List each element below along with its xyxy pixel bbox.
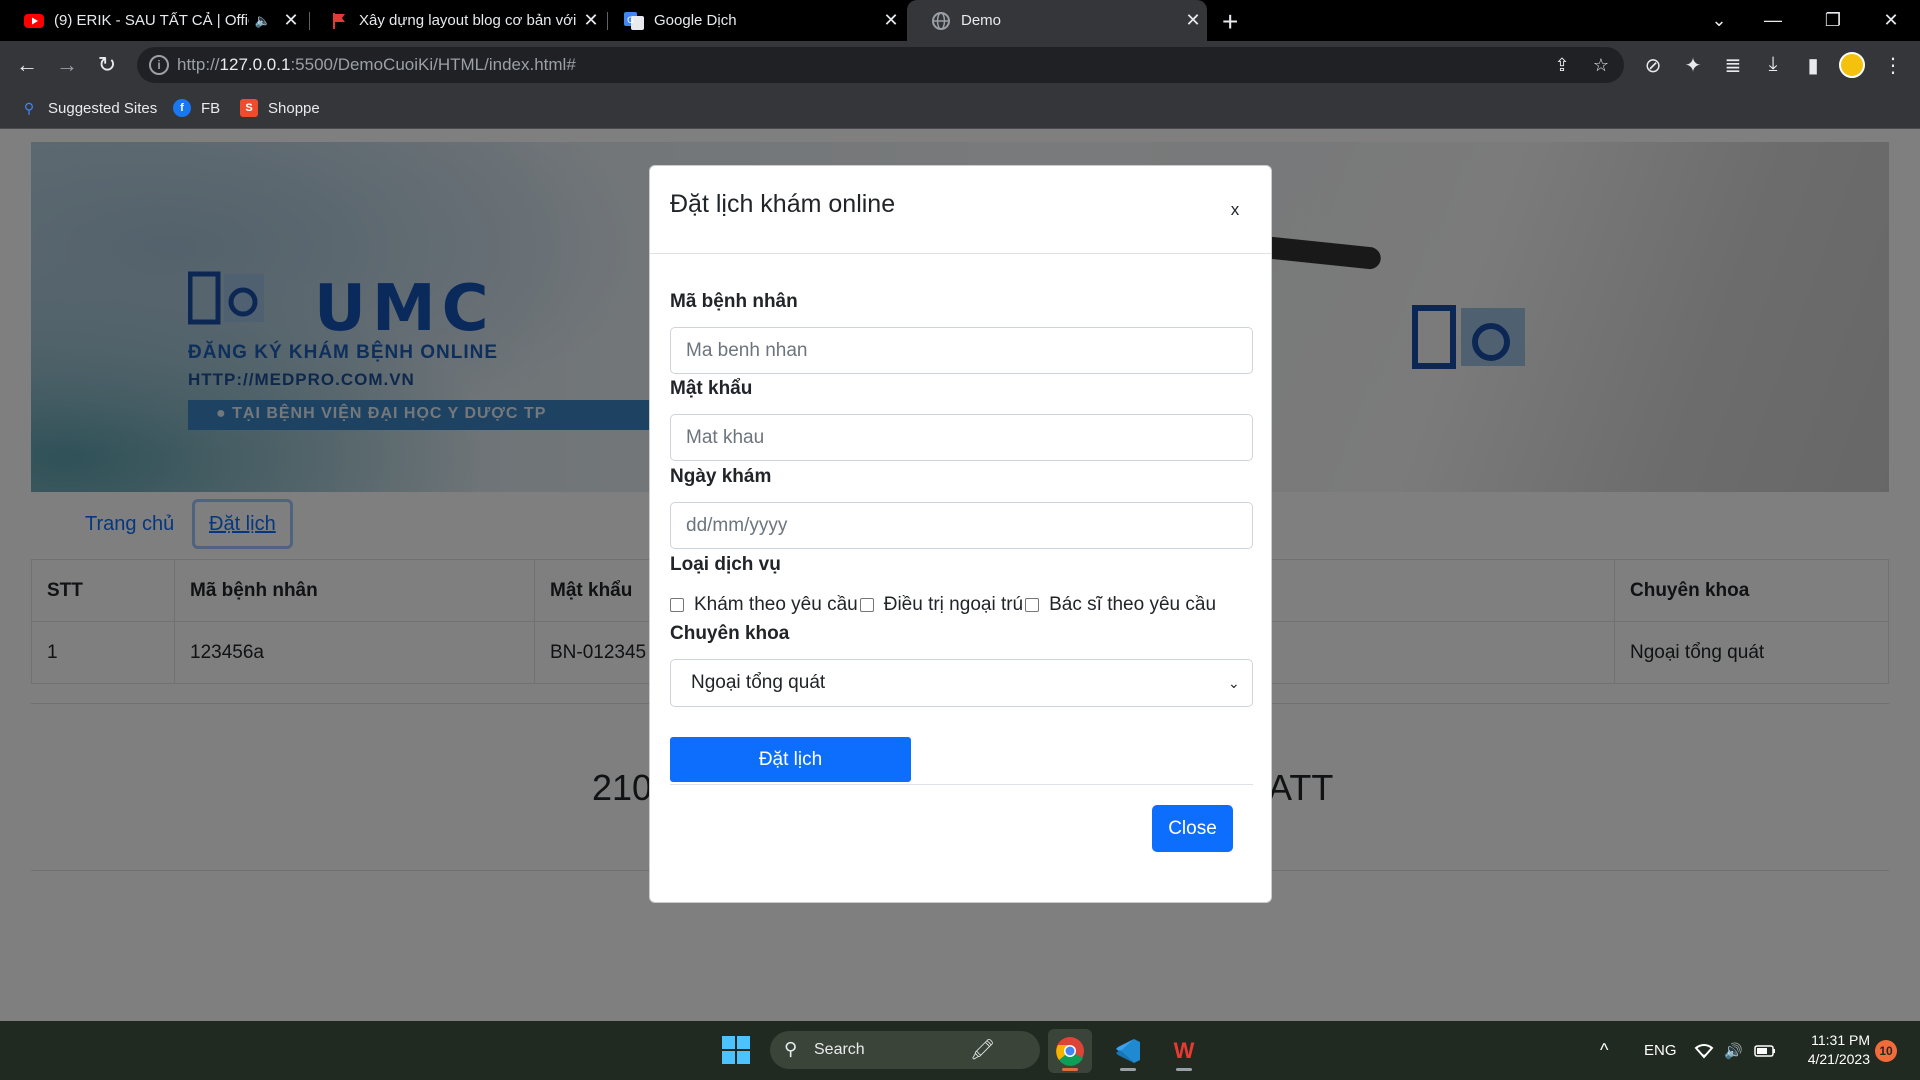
- service-option-outpatient[interactable]: Điều trị ngoại trú: [858, 594, 1023, 616]
- tab-title: Google Dịch: [654, 12, 737, 29]
- speaker-icon[interactable]: 🔈: [255, 13, 271, 29]
- wifi-icon[interactable]: [1694, 1021, 1714, 1080]
- share-icon[interactable]: ⇪: [1551, 55, 1573, 77]
- specialty-select[interactable]: Ngoại tổng quát ⌄: [670, 659, 1253, 707]
- search-icon: ⚲: [784, 1039, 798, 1059]
- show-hidden-icons-chevron[interactable]: ^: [1600, 1021, 1608, 1080]
- media-queue-icon[interactable]: ≣: [1720, 53, 1746, 79]
- date-label: Ngày khám: [670, 466, 772, 487]
- password-label: Mật khẩu: [670, 378, 753, 399]
- svg-text:G: G: [627, 16, 634, 26]
- globe-icon: [931, 11, 951, 31]
- language-indicator[interactable]: ENG: [1644, 1021, 1677, 1080]
- tab-demo[interactable]: Demo ✕: [907, 0, 1207, 41]
- close-tab-icon[interactable]: ✕: [1179, 10, 1207, 31]
- tab-blog-layout[interactable]: Xây dựng layout blog cơ bản với ✕: [305, 0, 605, 41]
- minimize-button[interactable]: —: [1750, 0, 1796, 41]
- tab-title: (9) ERIK - SAU TẤT CẢ | Offici: [54, 12, 249, 29]
- side-panel-icon[interactable]: ▮: [1800, 53, 1826, 79]
- forward-button[interactable]: →: [51, 49, 83, 81]
- new-tab-button[interactable]: +: [1222, 6, 1238, 38]
- bookmark-fb[interactable]: f FB: [173, 99, 220, 117]
- taskbar-clock[interactable]: 11:31 PM 4/21/2023: [1790, 1031, 1870, 1069]
- restore-button[interactable]: ❐: [1810, 0, 1856, 41]
- battery-icon[interactable]: [1754, 1021, 1776, 1080]
- checkbox[interactable]: [859, 598, 874, 612]
- profile-avatar[interactable]: [1839, 52, 1865, 78]
- page-viewport: UMC ĐĂNG KÝ KHÁM BỆNH ONLINE HTTP://MEDP…: [0, 129, 1920, 1021]
- chevron-down-icon: ⌄: [1228, 675, 1240, 691]
- browser-toolbar: ← → ↻ i http://127.0.0.1:5500/DemoCuoiKi…: [0, 41, 1920, 89]
- tab-title: Demo: [961, 12, 1002, 29]
- search-highlight-icon: 🖍: [970, 1039, 996, 1061]
- modal-title: Đặt lịch khám online: [670, 190, 896, 218]
- date-input[interactable]: dd/mm/yyyy: [670, 502, 1253, 549]
- address-bar[interactable]: i http://127.0.0.1:5500/DemoCuoiKi/HTML/…: [137, 47, 1624, 83]
- windows-taskbar: ⚲ Search 🖍 W ^ ENG 🔊 11:31 PM 4/21/2023 …: [0, 1021, 1920, 1080]
- service-checkbox-group: Khám theo yêu cầu Điều trị ngoại trú Bác…: [670, 592, 1216, 618]
- booking-modal: Đặt lịch khám online x Mã bệnh nhân Ma b…: [649, 165, 1272, 903]
- google-translate-icon: G: [624, 11, 644, 31]
- more-menu-icon[interactable]: ⋮: [1880, 53, 1906, 79]
- service-type-label: Loại dịch vụ: [670, 554, 781, 575]
- wps-office-taskbar-icon[interactable]: W: [1162, 1029, 1206, 1073]
- book-appointment-button[interactable]: Đặt lịch: [670, 737, 911, 782]
- reload-button[interactable]: ↻: [91, 49, 123, 81]
- url-text[interactable]: http://127.0.0.1:5500/DemoCuoiKi/HTML/in…: [177, 55, 576, 75]
- download-icon[interactable]: ⤓: [1760, 53, 1786, 79]
- specialty-label: Chuyên khoa: [670, 623, 790, 644]
- password-input[interactable]: Mat khau: [670, 414, 1253, 461]
- youtube-icon: [24, 11, 44, 31]
- notification-badge[interactable]: 10: [1875, 1040, 1897, 1062]
- patient-id-input[interactable]: Ma benh nhan: [670, 327, 1253, 374]
- service-option-doctor-request[interactable]: Bác sĩ theo yêu cầu: [1023, 594, 1216, 616]
- modal-header: Đặt lịch khám online x: [650, 166, 1271, 254]
- compass-icon[interactable]: ⊘: [1640, 53, 1666, 79]
- flag-icon: [329, 11, 349, 31]
- chrome-taskbar-icon[interactable]: [1048, 1029, 1092, 1073]
- close-tab-icon[interactable]: ✕: [877, 10, 905, 31]
- tab-search-icon[interactable]: ⌄: [1696, 0, 1742, 41]
- site-info-icon[interactable]: i: [149, 55, 169, 75]
- bookmark-shoppe[interactable]: S Shoppe: [240, 99, 320, 117]
- tab-google-translate[interactable]: G Google Dịch ✕: [600, 0, 905, 41]
- bookmarks-bar: ⚲ Suggested Sites f FB S Shoppe: [0, 89, 1920, 129]
- back-button[interactable]: ←: [11, 49, 43, 81]
- search-icon: ⚲: [23, 99, 35, 116]
- windows-start-icon[interactable]: [722, 1036, 750, 1064]
- checkbox[interactable]: [1025, 598, 1040, 612]
- vscode-taskbar-icon[interactable]: [1106, 1029, 1150, 1073]
- extensions-icon[interactable]: ✦: [1680, 53, 1706, 79]
- tab-title: Xây dựng layout blog cơ bản với: [359, 12, 577, 29]
- modal-close-x-button[interactable]: x: [1225, 200, 1245, 220]
- modal-close-button[interactable]: Close: [1152, 805, 1233, 852]
- facebook-icon: f: [173, 99, 191, 117]
- taskbar-search[interactable]: ⚲ Search 🖍: [770, 1031, 1040, 1069]
- tab-strip: (9) ERIK - SAU TẤT CẢ | Offici 🔈 ✕ Xây d…: [0, 0, 1920, 41]
- shopee-icon: S: [240, 99, 258, 117]
- service-option-on-demand[interactable]: Khám theo yêu cầu: [670, 594, 858, 616]
- bookmark-star-icon[interactable]: ☆: [1590, 55, 1612, 77]
- bookmark-suggested-sites[interactable]: ⚲ Suggested Sites: [20, 99, 157, 117]
- modal-footer-divider: [670, 784, 1253, 785]
- checkbox[interactable]: [670, 598, 684, 612]
- patient-id-label: Mã bệnh nhân: [670, 291, 798, 312]
- close-tab-icon[interactable]: ✕: [277, 10, 305, 31]
- close-window-button[interactable]: ✕: [1868, 0, 1914, 41]
- volume-icon[interactable]: 🔊: [1724, 1021, 1743, 1080]
- tab-youtube[interactable]: (9) ERIK - SAU TẤT CẢ | Offici 🔈 ✕: [0, 0, 305, 41]
